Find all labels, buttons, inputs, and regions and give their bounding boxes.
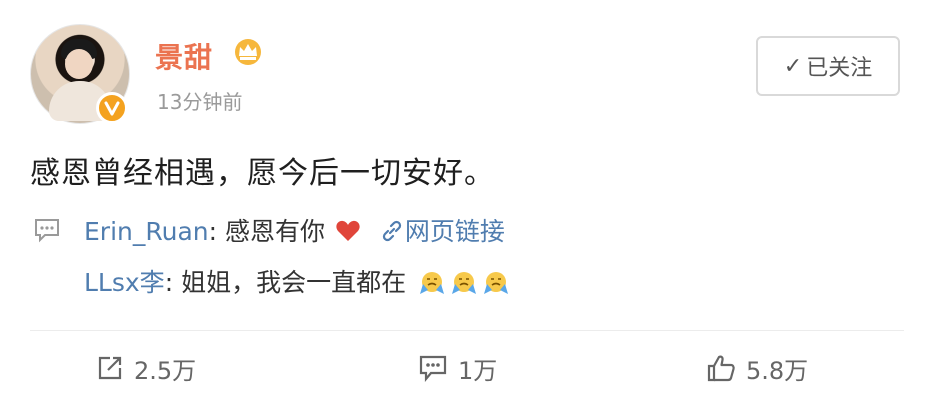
heart-icon	[336, 220, 360, 241]
like-count: 5.8万	[746, 356, 809, 385]
like-button[interactable]: 5.8万	[706, 348, 808, 388]
crying-emoji-icon	[420, 272, 445, 294]
repost-button[interactable]: 2.5万	[96, 348, 196, 388]
comment-bubble-icon	[35, 219, 59, 243]
comment-author[interactable]: LLsx李	[84, 268, 165, 297]
weibo-post: 景甜 13分钟前 ✓ 已关注 感恩曾经相遇，愿今后一切安好。 Erin_Ruan…	[0, 0, 934, 400]
repost-icon	[98, 356, 122, 380]
comment-text: 感恩有你	[225, 217, 326, 246]
follow-button-label: 已关注	[806, 56, 873, 81]
comment-button[interactable]: 1万	[418, 348, 497, 388]
check-icon: ✓	[783, 53, 803, 79]
link-icon	[382, 220, 402, 242]
comment-item-2: LLsx李: 姐姐，我会一直都在	[84, 263, 510, 299]
username[interactable]: 景甜	[155, 36, 213, 76]
comment-text: 姐姐，我会一直都在	[181, 268, 407, 297]
crying-emoji-icon	[452, 272, 477, 294]
post-content: 感恩曾经相遇，愿今后一切安好。	[30, 156, 495, 191]
post-time: 13分钟前	[157, 90, 243, 114]
comment-author[interactable]: Erin_Ruan	[84, 217, 209, 246]
web-link[interactable]: 网页链接	[405, 217, 505, 246]
comment-icon	[419, 355, 447, 382]
thumbs-up-icon	[707, 355, 735, 382]
follow-button[interactable]: ✓ 已关注	[756, 36, 900, 96]
crown-icon	[235, 39, 261, 65]
comment-item-1: Erin_Ruan: 感恩有你 网页链接	[84, 217, 505, 246]
crying-emoji-icon	[484, 272, 509, 294]
divider	[30, 330, 904, 331]
repost-count: 2.5万	[134, 356, 197, 385]
comment-count: 1万	[458, 356, 498, 385]
v-verified-icon	[96, 92, 128, 124]
avatar-face	[65, 49, 93, 79]
